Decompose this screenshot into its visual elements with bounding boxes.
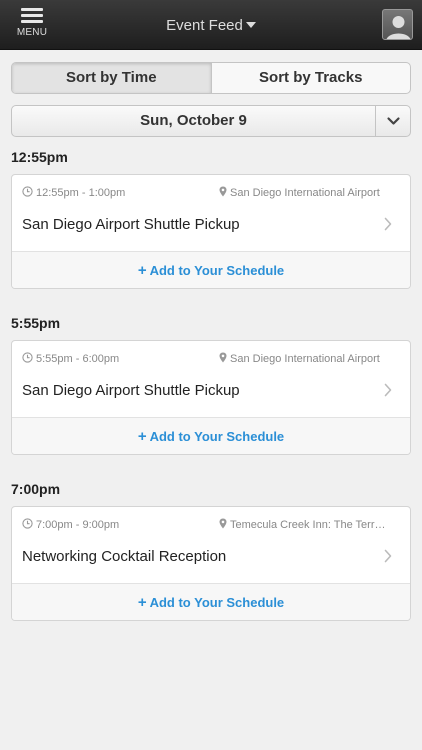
event-title-link[interactable]: San Diego Airport Shuttle Pickup xyxy=(22,216,240,233)
selected-date: Sun, October 9 xyxy=(140,112,247,129)
add-to-schedule-label: Add to Your Schedule xyxy=(149,429,285,444)
sort-by-time-tab[interactable]: Sort by Time xyxy=(12,63,212,93)
map-pin-icon xyxy=(219,186,227,197)
event-title-link[interactable]: Networking Cocktail Reception xyxy=(22,548,226,565)
clock-icon xyxy=(22,352,33,363)
clock-icon xyxy=(22,518,33,529)
add-to-schedule-button[interactable]: + Add to Your Schedule xyxy=(12,583,410,620)
add-to-schedule-button[interactable]: + Add to Your Schedule xyxy=(12,251,410,288)
profile-button[interactable] xyxy=(382,9,413,40)
chevron-right-icon[interactable] xyxy=(384,549,392,563)
sort-segmented-control: Sort by Time Sort by Tracks xyxy=(11,62,411,94)
event-time: 5:55pm - 6:00pm xyxy=(36,353,120,365)
event-card: 5:55pm - 6:00pm San Diego International … xyxy=(11,340,411,455)
event-location-wrap: San Diego International Airport xyxy=(219,352,389,365)
add-to-schedule-label: Add to Your Schedule xyxy=(149,263,285,278)
event-title-link[interactable]: San Diego Airport Shuttle Pickup xyxy=(22,382,240,399)
page-title: Event Feed xyxy=(166,17,243,34)
add-to-schedule-button[interactable]: + Add to Your Schedule xyxy=(12,417,410,454)
time-group-heading: 12:55pm xyxy=(11,149,68,165)
chevron-right-icon[interactable] xyxy=(384,383,392,397)
event-location: San Diego International Airport xyxy=(230,353,380,365)
event-card: 12:55pm - 1:00pm San Diego International… xyxy=(11,174,411,289)
event-location-wrap: San Diego International Airport xyxy=(219,186,389,199)
event-feed-dropdown[interactable]: Event Feed xyxy=(0,17,422,34)
time-group-heading: 5:55pm xyxy=(11,315,61,331)
date-selector[interactable]: Sun, October 9 xyxy=(11,105,411,137)
plus-icon: + xyxy=(137,428,147,445)
event-location: Temecula Creek Inn: The Terrace xyxy=(230,519,389,531)
event-time-wrap: 7:00pm - 9:00pm xyxy=(22,518,119,531)
event-location: San Diego International Airport xyxy=(230,187,380,199)
event-meta: 5:55pm - 6:00pm San Diego International … xyxy=(22,352,400,366)
map-pin-icon xyxy=(219,352,227,363)
sort-by-tracks-tab[interactable]: Sort by Tracks xyxy=(212,63,411,93)
date-dropdown-toggle[interactable] xyxy=(375,106,410,136)
event-time-wrap: 12:55pm - 1:00pm xyxy=(22,186,125,199)
event-meta: 7:00pm - 9:00pm Temecula Creek Inn: The … xyxy=(22,518,400,532)
chevron-down-icon xyxy=(387,117,400,125)
caret-down-icon xyxy=(245,21,256,28)
event-time-wrap: 5:55pm - 6:00pm xyxy=(22,352,119,365)
plus-icon: + xyxy=(137,594,147,611)
event-time: 7:00pm - 9:00pm xyxy=(36,519,120,531)
map-pin-icon xyxy=(219,518,227,529)
event-time: 12:55pm - 1:00pm xyxy=(36,187,126,199)
chevron-right-icon[interactable] xyxy=(384,217,392,231)
event-meta: 12:55pm - 1:00pm San Diego International… xyxy=(22,186,400,200)
time-group-heading: 7:00pm xyxy=(11,481,61,497)
event-location-wrap: Temecula Creek Inn: The Terrace xyxy=(219,518,389,531)
add-to-schedule-label: Add to Your Schedule xyxy=(149,595,285,610)
clock-icon xyxy=(22,186,33,197)
event-card: 7:00pm - 9:00pm Temecula Creek Inn: The … xyxy=(11,506,411,621)
top-navigation-bar: MENU Event Feed xyxy=(0,0,422,50)
plus-icon: + xyxy=(137,262,147,279)
user-avatar-icon xyxy=(386,16,411,39)
